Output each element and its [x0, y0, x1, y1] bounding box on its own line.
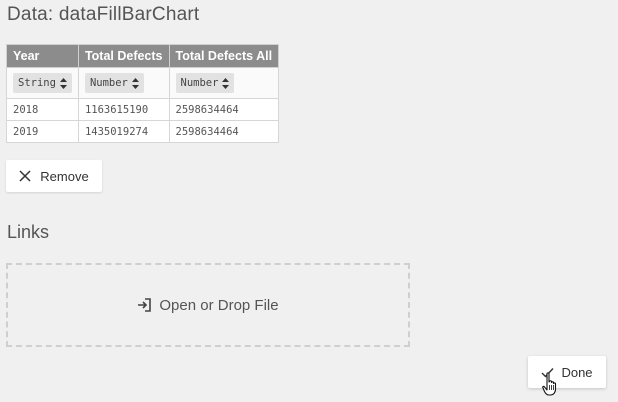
open-or-drop-file-zone[interactable]: Open or Drop File [6, 263, 410, 347]
column-header-year: Year [6, 44, 79, 68]
table-row: 2019 1435019274 2598634464 [6, 120, 280, 143]
sign-in-icon [138, 298, 152, 312]
column-type-row: String Number Number [6, 67, 280, 99]
updown-arrow-icon [59, 77, 67, 89]
table-row: 2018 1163615190 2598634464 [6, 98, 280, 121]
table-cell-total-defects: 1435019274 [77, 120, 170, 143]
updown-arrow-icon [222, 77, 230, 89]
type-select-total-defects-all[interactable]: Number [175, 73, 235, 93]
done-button[interactable]: Done [528, 356, 606, 388]
type-select-label: String [18, 77, 56, 89]
table-cell-total-defects: 1163615190 [77, 98, 170, 121]
done-button-label: Done [561, 364, 593, 380]
column-header-total-defects: Total Defects [77, 44, 170, 68]
drop-zone-label: Open or Drop File [159, 296, 279, 314]
table-cell-year: 2019 [6, 120, 79, 143]
hand-pointer-icon [542, 372, 557, 396]
data-table: Year Total Defects Total Defects All Str… [6, 44, 280, 143]
remove-button[interactable]: Remove [6, 160, 102, 192]
type-cell: Number [77, 67, 170, 99]
type-select-total-defects[interactable]: Number [84, 73, 144, 93]
type-cell: String [6, 67, 79, 99]
close-icon [19, 170, 31, 182]
table-cell-year: 2018 [6, 98, 79, 121]
type-select-label: Number [180, 77, 219, 89]
table-cell-total-defects-all: 2598634464 [168, 98, 280, 121]
column-header-total-defects-all: Total Defects All [168, 44, 280, 68]
updown-arrow-icon [131, 77, 139, 89]
type-select-label: Number [89, 77, 128, 89]
links-section-title: Links [7, 222, 50, 242]
table-header-row: Year Total Defects Total Defects All [6, 44, 280, 68]
remove-button-label: Remove [40, 168, 89, 184]
type-cell: Number [168, 67, 280, 99]
data-section-title: Data: dataFillBarChart [7, 4, 200, 25]
table-cell-total-defects-all: 2598634464 [168, 120, 280, 143]
type-select-year[interactable]: String [13, 73, 72, 93]
